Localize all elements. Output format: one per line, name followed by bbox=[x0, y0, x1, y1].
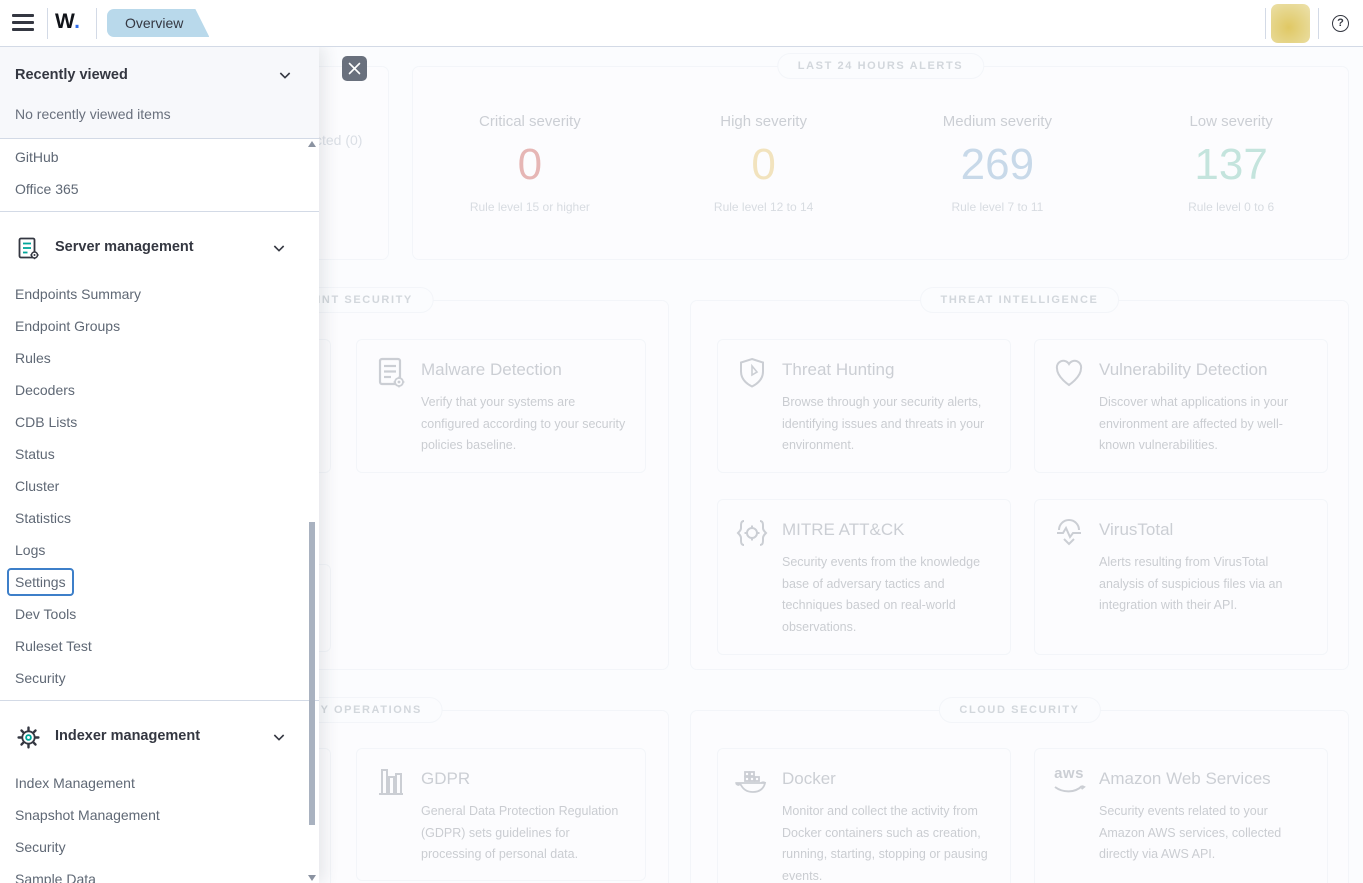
threat-hunting-icon bbox=[735, 356, 769, 390]
low-severity-stat[interactable]: Low severity 137 Rule level 0 to 6 bbox=[1114, 113, 1348, 214]
divider bbox=[47, 8, 48, 39]
sidebar-item-status[interactable]: Status bbox=[0, 438, 319, 470]
sidebar-item-sample-data[interactable]: Sample Data bbox=[0, 863, 319, 883]
divider bbox=[96, 8, 97, 39]
sidebar-item-cdb-lists[interactable]: CDB Lists bbox=[0, 406, 319, 438]
virustotal-card[interactable]: VirusTotal Alerts resulting from VirusTo… bbox=[1034, 499, 1328, 655]
divider bbox=[1265, 8, 1266, 39]
server-management-header: Server management bbox=[0, 218, 319, 278]
critical-severity-stat[interactable]: Critical severity 0 Rule level 15 or hig… bbox=[413, 113, 647, 214]
logo-text: W bbox=[55, 10, 74, 33]
server-management-icon bbox=[16, 236, 41, 261]
sidebar-item-cluster[interactable]: Cluster bbox=[0, 470, 319, 502]
sidebar-item-logs[interactable]: Logs bbox=[0, 534, 319, 566]
high-severity-stat[interactable]: High severity 0 Rule level 12 to 14 bbox=[647, 113, 881, 214]
severity-row: Critical severity 0 Rule level 15 or hig… bbox=[413, 67, 1348, 214]
cloud-security-title: CLOUD SECURITY bbox=[938, 697, 1100, 723]
sidebar-item-office-365[interactable]: Office 365 bbox=[0, 173, 319, 205]
top-header-bar: W. Overview ? bbox=[0, 0, 1363, 47]
sidebar-item-dev-tools[interactable]: Dev Tools bbox=[0, 598, 319, 630]
server-management-title[interactable]: Server management bbox=[55, 239, 194, 255]
wazuh-logo[interactable]: W. bbox=[55, 10, 81, 34]
indexer-management-header: Indexer management bbox=[0, 707, 319, 767]
chevron-down-icon[interactable] bbox=[271, 729, 287, 745]
navigation-menu: Recently viewed No recently viewed items… bbox=[0, 47, 319, 883]
aws-card[interactable]: aws Amazon Web Services Security events … bbox=[1034, 748, 1328, 883]
close-menu-button[interactable] bbox=[342, 56, 367, 81]
divider bbox=[0, 211, 319, 212]
divider bbox=[1318, 8, 1319, 39]
vulnerability-detection-card[interactable]: Vulnerability Detection Discover what ap… bbox=[1034, 339, 1328, 473]
recently-viewed-section: Recently viewed No recently viewed items bbox=[0, 47, 319, 139]
recently-viewed-empty-text: No recently viewed items bbox=[15, 106, 171, 122]
user-avatar[interactable] bbox=[1271, 4, 1310, 43]
agents-count-fragment: cted (0) bbox=[315, 132, 362, 148]
threat-intelligence-title: THREAT INTELLIGENCE bbox=[920, 287, 1120, 313]
low-severity-count[interactable]: 137 bbox=[1114, 143, 1348, 187]
sidebar-scrollbar[interactable] bbox=[309, 522, 315, 825]
recently-viewed-title: Recently viewed bbox=[15, 67, 128, 83]
medium-severity-count[interactable]: 269 bbox=[881, 143, 1115, 187]
logo-dot: . bbox=[74, 10, 80, 33]
sidebar-item-security[interactable]: Security bbox=[0, 662, 319, 694]
breadcrumb-tab-overview[interactable]: Overview bbox=[107, 9, 209, 37]
malware-detection-icon bbox=[374, 356, 408, 390]
sidebar-item-ruleset-test[interactable]: Ruleset Test bbox=[0, 630, 319, 662]
gdpr-card[interactable]: GDPR General Data Protection Regulation … bbox=[356, 748, 646, 881]
indexer-management-icon bbox=[16, 725, 41, 750]
gdpr-icon bbox=[374, 765, 408, 799]
settings-focus-ring[interactable]: Settings bbox=[7, 568, 74, 596]
sidebar-item-rules[interactable]: Rules bbox=[0, 342, 319, 374]
sidebar-item-statistics[interactable]: Statistics bbox=[0, 502, 319, 534]
threat-intelligence-panel: THREAT INTELLIGENCE Threat Hunting Brows… bbox=[690, 300, 1349, 670]
vulnerability-detection-icon bbox=[1052, 356, 1086, 390]
critical-severity-count[interactable]: 0 bbox=[413, 143, 647, 187]
docker-icon bbox=[735, 765, 769, 799]
malware-detection-card[interactable]: Malware Detection Verify that your syste… bbox=[356, 339, 646, 473]
sidebar-item-snapshot-management[interactable]: Snapshot Management bbox=[0, 799, 319, 831]
threat-hunting-card[interactable]: Threat Hunting Browse through your secur… bbox=[717, 339, 1011, 473]
sidebar-item-endpoints-summary[interactable]: Endpoints Summary bbox=[0, 278, 319, 310]
high-severity-count[interactable]: 0 bbox=[647, 143, 881, 187]
medium-severity-stat[interactable]: Medium severity 269 Rule level 7 to 11 bbox=[881, 113, 1115, 214]
close-icon bbox=[348, 62, 361, 75]
chevron-down-icon[interactable] bbox=[277, 67, 293, 83]
docker-card[interactable]: Docker Monitor and collect the activity … bbox=[717, 748, 1011, 883]
menu-scroll-area: GitHub Office 365 Server management Endp… bbox=[0, 139, 319, 883]
divider bbox=[0, 700, 319, 701]
wazuh-dashboard: cted (0) LAST 24 HOURS ALERTS Critical s… bbox=[0, 0, 1363, 883]
last-24-hours-alerts-panel: LAST 24 HOURS ALERTS Critical severity 0… bbox=[412, 66, 1349, 260]
chevron-down-icon[interactable] bbox=[271, 240, 287, 256]
mitre-attack-card[interactable]: MITRE ATT&CK Security events from the kn… bbox=[717, 499, 1011, 655]
sidebar-item-index-management[interactable]: Index Management bbox=[0, 767, 319, 799]
sidebar-item-settings[interactable]: Settings bbox=[0, 566, 319, 598]
scrollbar-up-arrow[interactable] bbox=[308, 141, 316, 147]
indexer-management-title[interactable]: Indexer management bbox=[55, 728, 200, 744]
virustotal-icon bbox=[1052, 516, 1086, 550]
aws-icon: aws bbox=[1052, 765, 1086, 799]
sidebar-item-endpoint-groups[interactable]: Endpoint Groups bbox=[0, 310, 319, 342]
scrollbar-down-arrow[interactable] bbox=[308, 875, 316, 881]
sidebar-item-github[interactable]: GitHub bbox=[0, 141, 319, 173]
cloud-security-panel: CLOUD SECURITY Docker Monitor and collec… bbox=[690, 710, 1349, 883]
sidebar-item-indexer-security[interactable]: Security bbox=[0, 831, 319, 863]
hamburger-menu-icon[interactable] bbox=[12, 13, 34, 33]
alerts-panel-title: LAST 24 HOURS ALERTS bbox=[777, 53, 984, 79]
sidebar-item-decoders[interactable]: Decoders bbox=[0, 374, 319, 406]
help-icon[interactable]: ? bbox=[1332, 15, 1349, 32]
mitre-attack-icon bbox=[735, 516, 769, 550]
